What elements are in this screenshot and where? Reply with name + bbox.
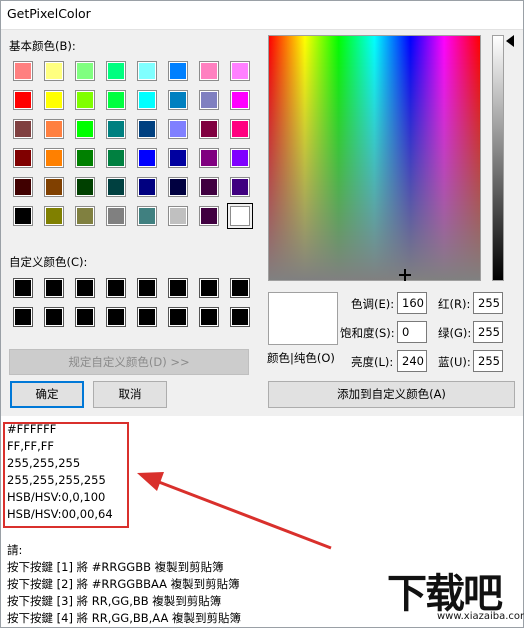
basic-color-swatch[interactable] bbox=[199, 148, 219, 168]
basic-color-swatch[interactable] bbox=[230, 119, 250, 139]
hue-input[interactable]: 160 bbox=[397, 292, 427, 314]
title-bar: GetPixelColor bbox=[1, 1, 523, 29]
red-input[interactable]: 255 bbox=[473, 292, 503, 314]
saturation-input[interactable]: 0 bbox=[397, 321, 427, 343]
basic-color-swatch[interactable] bbox=[44, 90, 64, 110]
basic-color-swatch[interactable] bbox=[75, 90, 95, 110]
custom-color-swatch[interactable] bbox=[230, 278, 250, 298]
basic-color-swatch[interactable] bbox=[230, 61, 250, 81]
basic-color-swatch[interactable] bbox=[75, 61, 95, 81]
luminance-label: 亮度(L): bbox=[351, 355, 394, 369]
custom-color-swatch[interactable] bbox=[168, 278, 188, 298]
basic-color-swatch[interactable] bbox=[199, 206, 219, 226]
basic-color-swatch[interactable] bbox=[230, 148, 250, 168]
instruction-line: 按下按鍵 [1] 將 #RRGGBB 複製到剪貼簿 bbox=[7, 560, 224, 574]
basic-color-swatch[interactable] bbox=[168, 177, 188, 197]
basic-color-swatch[interactable] bbox=[230, 90, 250, 110]
basic-color-swatch[interactable] bbox=[13, 119, 33, 139]
basic-color-swatch[interactable] bbox=[168, 148, 188, 168]
blue-input[interactable]: 255 bbox=[473, 350, 503, 372]
color-preview bbox=[268, 292, 338, 345]
color-solid-label: 颜色|纯色(O) bbox=[267, 351, 335, 365]
luminance-input[interactable]: 240 bbox=[397, 350, 427, 372]
basic-color-swatch[interactable] bbox=[106, 177, 126, 197]
basic-color-swatch[interactable] bbox=[44, 177, 64, 197]
basic-color-swatch[interactable] bbox=[13, 206, 33, 226]
basic-color-swatch[interactable] bbox=[137, 206, 157, 226]
custom-color-swatch[interactable] bbox=[13, 307, 33, 327]
instruction-line: 按下按鍵 [4] 將 RR,GG,BB,AA 複製到剪貼簿 bbox=[7, 611, 242, 625]
custom-color-swatch[interactable] bbox=[106, 278, 126, 298]
luminance-arrow-icon[interactable] bbox=[506, 35, 514, 47]
basic-color-swatch[interactable] bbox=[199, 177, 219, 197]
basic-color-swatch[interactable] bbox=[168, 61, 188, 81]
custom-color-swatch[interactable] bbox=[230, 307, 250, 327]
basic-color-swatch[interactable] bbox=[199, 119, 219, 139]
custom-color-swatch[interactable] bbox=[199, 278, 219, 298]
basic-color-swatch[interactable] bbox=[106, 61, 126, 81]
instruction-line: 按下按鍵 [3] 將 RR,GG,BB 複製到剪貼簿 bbox=[7, 594, 222, 608]
basic-color-swatch[interactable] bbox=[75, 148, 95, 168]
instruction-line: 按下按鍵 [2] 將 #RRGGBBAA 複製到剪貼簿 bbox=[7, 577, 240, 591]
highlight-box bbox=[3, 422, 129, 528]
custom-color-swatch[interactable] bbox=[75, 307, 95, 327]
basic-color-swatch[interactable] bbox=[168, 206, 188, 226]
custom-color-swatch[interactable] bbox=[137, 278, 157, 298]
instructions-header: 請: bbox=[7, 543, 23, 557]
basic-color-swatch[interactable] bbox=[75, 206, 95, 226]
basic-color-swatch[interactable] bbox=[13, 90, 33, 110]
green-label: 绿(G): bbox=[438, 326, 472, 340]
define-custom-colors-button[interactable]: 规定自定义颜色(D) >> bbox=[9, 349, 249, 375]
add-to-custom-colors-button[interactable]: 添加到自定义颜色(A) bbox=[268, 381, 515, 408]
basic-color-swatch[interactable] bbox=[75, 177, 95, 197]
custom-color-swatch[interactable] bbox=[13, 278, 33, 298]
basic-color-swatch[interactable] bbox=[44, 206, 64, 226]
basic-color-swatch[interactable] bbox=[137, 61, 157, 81]
luminance-slider[interactable] bbox=[492, 35, 504, 281]
basic-color-swatch[interactable] bbox=[13, 148, 33, 168]
spectrum-crosshair-icon[interactable] bbox=[399, 269, 411, 281]
saturation-label: 饱和度(S): bbox=[340, 326, 395, 340]
basic-color-swatch[interactable] bbox=[13, 61, 33, 81]
custom-color-swatch[interactable] bbox=[106, 307, 126, 327]
basic-colors-label: 基本颜色(B): bbox=[9, 39, 76, 53]
basic-color-swatch[interactable] bbox=[137, 177, 157, 197]
basic-color-swatch[interactable] bbox=[230, 177, 250, 197]
custom-colors-label: 自定义颜色(C): bbox=[9, 255, 88, 269]
basic-color-swatch[interactable] bbox=[44, 119, 64, 139]
hue-label: 色调(E): bbox=[351, 297, 395, 311]
basic-color-swatch[interactable] bbox=[168, 90, 188, 110]
window-title: GetPixelColor bbox=[7, 6, 91, 21]
custom-color-swatch[interactable] bbox=[199, 307, 219, 327]
custom-color-swatch[interactable] bbox=[44, 278, 64, 298]
basic-color-swatch[interactable] bbox=[137, 148, 157, 168]
custom-color-swatch[interactable] bbox=[168, 307, 188, 327]
basic-color-swatch[interactable] bbox=[106, 206, 126, 226]
basic-color-swatch[interactable] bbox=[199, 90, 219, 110]
blue-label: 蓝(U): bbox=[438, 355, 471, 369]
basic-color-swatch[interactable] bbox=[227, 203, 253, 229]
basic-color-swatch[interactable] bbox=[168, 119, 188, 139]
watermark: 下载吧 www.xiazaiba.com bbox=[387, 561, 524, 627]
basic-color-swatch[interactable] bbox=[75, 119, 95, 139]
basic-color-swatch[interactable] bbox=[106, 90, 126, 110]
basic-color-swatch[interactable] bbox=[199, 61, 219, 81]
basic-color-swatch[interactable] bbox=[44, 148, 64, 168]
custom-color-swatch[interactable] bbox=[44, 307, 64, 327]
cancel-button[interactable]: 取消 bbox=[93, 381, 167, 408]
ok-button[interactable]: 确定 bbox=[10, 381, 84, 408]
basic-color-swatch[interactable] bbox=[44, 61, 64, 81]
custom-color-swatch[interactable] bbox=[137, 307, 157, 327]
basic-color-swatch[interactable] bbox=[137, 119, 157, 139]
basic-color-swatch[interactable] bbox=[137, 90, 157, 110]
custom-color-swatch[interactable] bbox=[75, 278, 95, 298]
basic-color-swatch[interactable] bbox=[13, 177, 33, 197]
basic-color-swatch[interactable] bbox=[106, 148, 126, 168]
basic-color-swatch[interactable] bbox=[106, 119, 126, 139]
red-label: 红(R): bbox=[438, 297, 471, 311]
getpixelcolor-window: GetPixelColor 基本颜色(B): 自定义颜色(C): 规定自定义颜色… bbox=[0, 0, 524, 628]
watermark-url: www.xiazaiba.com bbox=[437, 611, 524, 622]
green-input[interactable]: 255 bbox=[473, 321, 503, 343]
color-spectrum[interactable] bbox=[268, 35, 481, 281]
